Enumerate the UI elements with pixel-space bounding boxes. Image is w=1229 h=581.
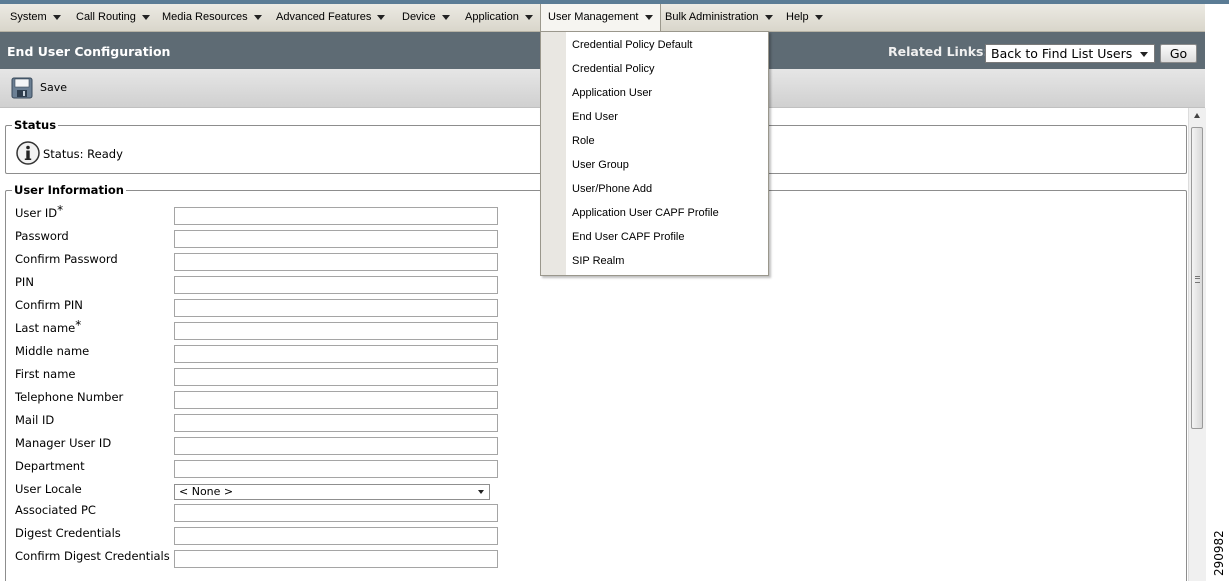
user-id-label: User ID* (15, 203, 64, 220)
chevron-down-icon (141, 14, 150, 20)
password-input[interactable] (174, 230, 498, 248)
middle-name-input[interactable] (174, 345, 498, 363)
digest-credentials-label: Digest Credentials (15, 526, 121, 540)
related-links-value: Back to Find List Users (991, 46, 1133, 61)
menu-item-application-user[interactable]: Application User (572, 83, 652, 103)
page-title: End User Configuration (7, 44, 171, 59)
mail-id-label: Mail ID (15, 413, 55, 427)
menu-item-user-group[interactable]: User Group (572, 155, 629, 175)
chevron-down-icon (377, 14, 386, 20)
first-name-label: First name (15, 367, 76, 381)
related-links-label: Related Links: (888, 44, 989, 59)
manager-user-id-label: Manager User ID (15, 436, 112, 450)
menu-user-management[interactable]: User Management (540, 4, 661, 32)
menu-device[interactable]: Device (402, 4, 450, 31)
info-icon (16, 141, 40, 165)
grip-icon (1195, 276, 1200, 283)
required-marker: * (57, 203, 64, 217)
status-legend: Status (12, 118, 59, 132)
confirm-pin-input[interactable] (174, 299, 498, 317)
menu-item-sip-realm[interactable]: SIP Realm (572, 251, 624, 271)
pin-label: PIN (15, 275, 34, 289)
confirm-digest-credentials-input[interactable] (174, 550, 498, 568)
main-menubar: System Call Routing Media Resources Adva… (0, 4, 1205, 32)
telephone-number-label: Telephone Number (15, 390, 124, 404)
user-locale-label: User Locale (15, 482, 82, 496)
vertical-scrollbar[interactable] (1188, 108, 1206, 581)
menu-label: Bulk Administration (665, 11, 759, 23)
chevron-down-icon (814, 14, 823, 20)
menu-label: Advanced Features (276, 11, 372, 23)
chevron-down-icon (253, 14, 262, 20)
user-locale-value: < None > (179, 485, 234, 498)
menu-help[interactable]: Help (786, 4, 823, 31)
menu-application[interactable]: Application (465, 4, 533, 31)
menu-label: Help (786, 11, 809, 23)
menu-label: System (10, 11, 47, 23)
menu-label: Device (402, 11, 436, 23)
user-id-input[interactable] (174, 207, 498, 225)
scroll-up-arrow-icon[interactable] (1194, 113, 1200, 118)
mail-id-input[interactable] (174, 414, 498, 432)
associated-pc-label: Associated PC (15, 503, 96, 517)
confirm-password-input[interactable] (174, 253, 498, 271)
middle-name-label: Middle name (15, 344, 90, 358)
menu-gutter (541, 32, 566, 275)
telephone-number-input[interactable] (174, 391, 498, 409)
chevron-down-icon (764, 14, 773, 20)
chevron-down-icon (524, 14, 533, 20)
menu-advanced-features[interactable]: Advanced Features (276, 4, 386, 31)
menu-item-credential-policy[interactable]: Credential Policy (572, 59, 655, 79)
menu-media-resources[interactable]: Media Resources (162, 4, 262, 31)
scrollbar-thumb[interactable] (1191, 127, 1203, 429)
save-button[interactable]: Save (40, 81, 67, 94)
pin-input[interactable] (174, 276, 498, 294)
manager-user-id-input[interactable] (174, 437, 498, 455)
go-button[interactable]: Go (1160, 44, 1197, 63)
menu-system[interactable]: System (10, 4, 61, 31)
menu-label: Call Routing (76, 11, 136, 23)
password-label: Password (15, 229, 69, 243)
first-name-input[interactable] (174, 368, 498, 386)
required-marker: * (75, 318, 82, 332)
digest-credentials-input[interactable] (174, 527, 498, 545)
confirm-password-label: Confirm Password (15, 252, 118, 266)
chevron-down-icon (644, 14, 653, 20)
menu-item-end-user[interactable]: End User (572, 107, 618, 127)
figure-number: 290982 (1212, 530, 1226, 576)
confirm-pin-label: Confirm PIN (15, 298, 83, 312)
user-locale-select[interactable]: < None > (174, 484, 490, 500)
confirm-digest-credentials-label: Confirm Digest Credentials (15, 549, 170, 563)
status-text: Status: Ready (43, 147, 123, 161)
chevron-down-icon (52, 14, 61, 20)
menu-item-role[interactable]: Role (572, 131, 595, 151)
menu-label: Application (465, 11, 519, 23)
menu-label: Media Resources (162, 11, 248, 23)
chevron-down-icon (441, 14, 450, 20)
related-links-select[interactable]: Back to Find List Users (985, 44, 1155, 63)
menu-item-credential-policy-default[interactable]: Credential Policy Default (572, 35, 692, 55)
last-name-input[interactable] (174, 322, 498, 340)
department-label: Department (15, 459, 85, 473)
menu-item-user-phone-add[interactable]: User/Phone Add (572, 179, 652, 199)
associated-pc-input[interactable] (174, 504, 498, 522)
user-management-dropdown: Credential Policy Default Credential Pol… (540, 31, 769, 276)
chevron-down-icon (478, 490, 484, 494)
menu-item-end-user-capf-profile[interactable]: End User CAPF Profile (572, 227, 684, 247)
menu-call-routing[interactable]: Call Routing (76, 4, 150, 31)
floppy-disk-icon[interactable] (11, 77, 33, 99)
department-input[interactable] (174, 460, 498, 478)
last-name-label: Last name* (15, 318, 82, 335)
menu-item-application-user-capf-profile[interactable]: Application User CAPF Profile (572, 203, 719, 223)
chevron-down-icon (1140, 52, 1148, 57)
user-information-legend: User Information (12, 183, 126, 197)
menu-bulk-administration[interactable]: Bulk Administration (665, 4, 773, 31)
menu-label: User Management (548, 11, 639, 23)
